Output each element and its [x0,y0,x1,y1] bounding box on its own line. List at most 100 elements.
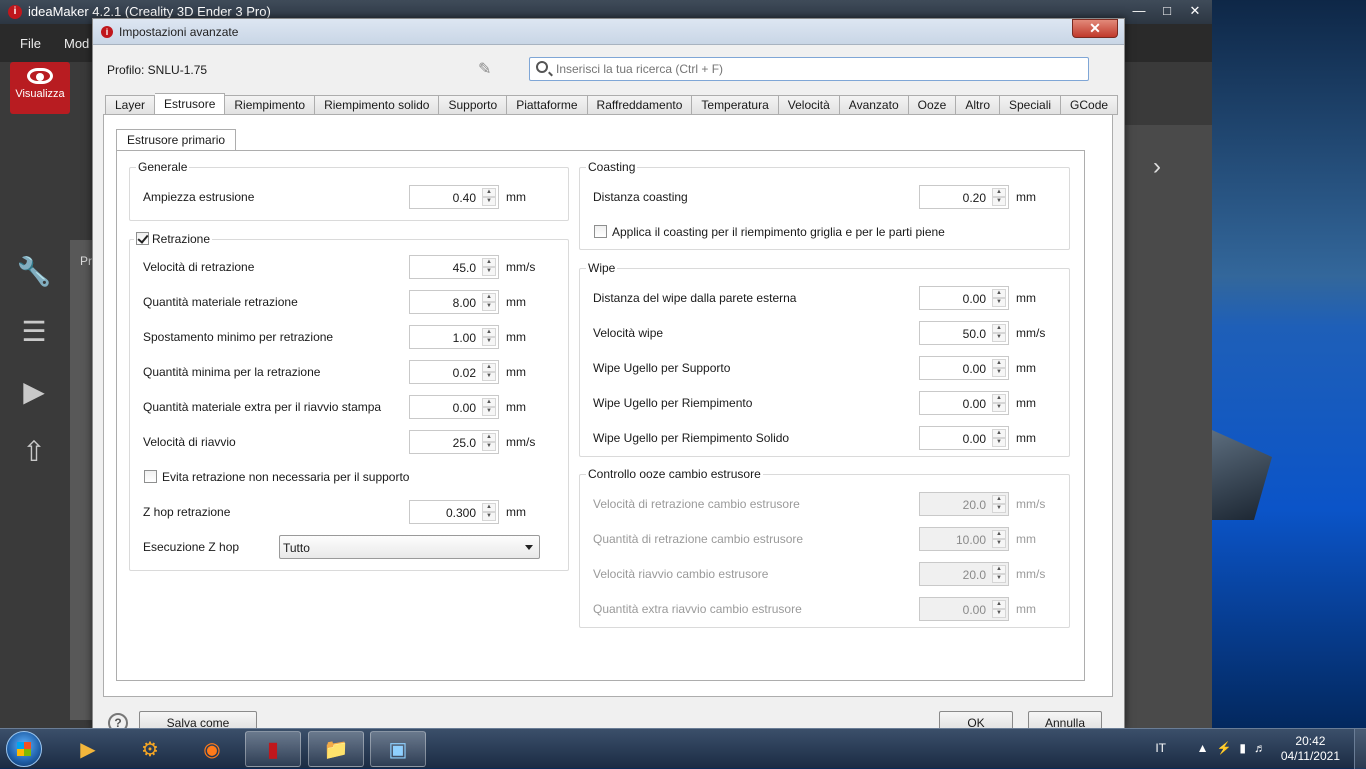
wipe-distance-input[interactable]: 0.00 ▲ ▼ [919,286,1009,310]
tab-velocita[interactable]: Velocità [778,95,840,115]
setting-row: Quantità materiale retrazione 8.00 ▲ ▼ mm [130,290,568,314]
firefox-icon[interactable]: ◉ [184,731,240,767]
setting-row: Distanza coasting 0.20 ▲ ▼ mm [580,185,1069,209]
toolchange-restart-speed-input: 20.0 ▲ ▼ [919,562,1009,586]
wrench-icon[interactable]: 🔧 [14,255,54,315]
zhop-input[interactable]: 0.300 ▲ ▼ [409,500,499,524]
advanced-settings-dialog: i Impostazioni avanzate ✕ Profilo: SNLU-… [92,18,1125,735]
menu-mod[interactable]: Mod [64,36,89,51]
app-title: ideaMaker 4.2.1 (Creality 3D Ender 3 Pro… [28,4,271,19]
apply-coasting-label: Applica il coasting per il riempimento g… [612,225,945,239]
right-panel: › [1125,125,1212,728]
tab-estrusore[interactable]: Estrusore [155,93,226,115]
unit-label: mm [1016,361,1036,375]
retraction-amount-input[interactable]: 8.00 ▲ ▼ [409,290,499,314]
tab-layer[interactable]: Layer [105,95,156,115]
eye-icon [27,68,53,84]
minimize-icon[interactable]: — [1126,2,1152,20]
setting-label: Distanza del wipe dalla parete esterna [593,291,797,305]
min-extrusion-input[interactable]: 0.02 ▲ ▼ [409,360,499,384]
wipe-solid-infill-input[interactable]: 0.00 ▲ ▼ [919,426,1009,450]
setting-label: Wipe Ugello per Riempimento [593,396,753,410]
chevron-right-icon[interactable]: › [1153,153,1161,181]
setting-label: Velocità di riavvio [143,435,236,449]
desktop-wallpaper [1212,0,1366,728]
tab-avanzato[interactable]: Avanzato [839,95,909,115]
tab-raffreddamento[interactable]: Raffreddamento [587,95,693,115]
maximize-icon[interactable]: □ [1154,2,1180,20]
tab-altro[interactable]: Altro [956,95,1000,115]
tab-gcode[interactable]: GCode [1061,95,1119,115]
tab-riempimento-solido[interactable]: Riempimento solido [315,95,440,115]
search-icon [536,61,548,73]
show-desktop-button[interactable] [1354,729,1366,769]
wipe-speed-input[interactable]: 50.0 ▲ ▼ [919,321,1009,345]
search-input[interactable] [556,60,1076,78]
setting-label: Quantità minima per la retrazione [143,365,321,379]
setting-row: Velocità di retrazione cambio estrusore … [580,492,1069,516]
min-travel-input[interactable]: 1.00 ▲ ▼ [409,325,499,349]
start-button[interactable] [6,731,42,767]
language-indicator[interactable]: IT [1155,741,1166,755]
unit-label: mm/s [506,260,536,274]
menu-file[interactable]: File [20,36,41,51]
unit-label: mm [506,400,526,414]
view-button[interactable]: Visualizza [10,62,70,114]
settings-gear-icon[interactable]: ⚙ [122,731,178,767]
dialog-title: Impostazioni avanzate [119,25,239,39]
retraction-speed-input[interactable]: 45.0 ▲ ▼ [409,255,499,279]
restart-speed-input[interactable]: 25.0 ▲ ▼ [409,430,499,454]
tab-supporto[interactable]: Supporto [439,95,508,115]
tab-temperatura[interactable]: Temperatura [692,95,779,115]
clock[interactable]: 20:42 04/11/2021 [1281,734,1340,764]
dialog-close-button[interactable]: ✕ [1072,19,1118,38]
setting-row: Spostamento minimo per retrazione 1.00 ▲ ▼… [130,325,568,349]
wipe-infill-input[interactable]: 0.00 ▲ ▼ [919,391,1009,415]
ideamaker-taskbar-icon[interactable]: ▮ [245,731,301,767]
setting-row: Z hop retrazione 0.300 ▲ ▼ mm [130,500,568,524]
coasting-distance-input[interactable]: 0.20 ▲ ▼ [919,185,1009,209]
unit-label: mm [506,330,526,344]
extra-restart-input[interactable]: 0.00 ▲ ▼ [409,395,499,419]
wipe-support-input[interactable]: 0.00 ▲ ▼ [919,356,1009,380]
setting-label: Spostamento minimo per retrazione [143,330,334,344]
tab-piattaforme[interactable]: Piattaforme [507,95,588,115]
setting-row: Velocità di retrazione 45.0 ▲ ▼ mm/s [130,255,568,279]
edit-pencil-icon[interactable]: ✎ [478,59,491,79]
setting-row: Velocità di riavvio 25.0 ▲ ▼ mm/s [130,430,568,454]
extrusion-width-input[interactable]: 0.40 ▲ ▼ [409,185,499,209]
file-explorer-icon[interactable]: 📁 [308,731,364,767]
setting-label: Quantità extra riavvio cambio estrusore [593,602,802,616]
estrusore-primario-pane: Generale Ampiezza estrusione 0.40 ▲ ▼ mm R… [116,150,1085,681]
avoid-retraction-checkbox[interactable] [144,470,157,483]
close-icon[interactable]: ✕ [1182,2,1208,20]
tray-icons[interactable]: ▲⚡▮♬ [1197,741,1274,755]
play-icon[interactable]: ▶ [14,375,54,435]
media-player-icon[interactable]: ▶ [60,731,116,767]
tab-ooze[interactable]: Ooze [908,95,957,115]
unit-label: mm/s [1016,326,1046,340]
tab-speciali[interactable]: Speciali [1000,95,1062,115]
unit-label: mm [506,295,526,309]
zhop-exec-select[interactable]: Tutto [279,535,540,559]
clock-date: 04/11/2021 [1280,749,1340,763]
tab-riempimento[interactable]: Riempimento [225,95,316,115]
unit-label: mm [1016,190,1036,204]
settings-tabs: Layer Estrusore Riempimento Riempimento … [105,93,1119,116]
retrazione-checkbox[interactable] [136,232,149,245]
upload-icon[interactable]: ⇧ [14,435,54,495]
list-icon[interactable]: ☰ [14,315,54,375]
tab-estrusore-primario[interactable]: Estrusore primario [116,129,237,151]
clock-time: 20:42 [1295,734,1326,748]
coasting-label: Coasting [586,160,638,174]
setting-label: Quantità materiale retrazione [143,295,298,309]
image-viewer-icon[interactable]: ▣ [370,731,426,767]
apply-coasting-checkbox[interactable] [594,225,607,238]
unit-label: mm/s [506,435,536,449]
setting-label: Wipe Ugello per Supporto [593,361,731,375]
setting-row: Esecuzione Z hop Tutto [130,535,568,559]
wipe-label: Wipe [586,261,618,275]
unit-label: mm [1016,431,1036,445]
setting-label: Velocità riavvio cambio estrusore [593,567,769,581]
setting-row: Velocità wipe 50.0 ▲ ▼ mm/s [580,321,1069,345]
